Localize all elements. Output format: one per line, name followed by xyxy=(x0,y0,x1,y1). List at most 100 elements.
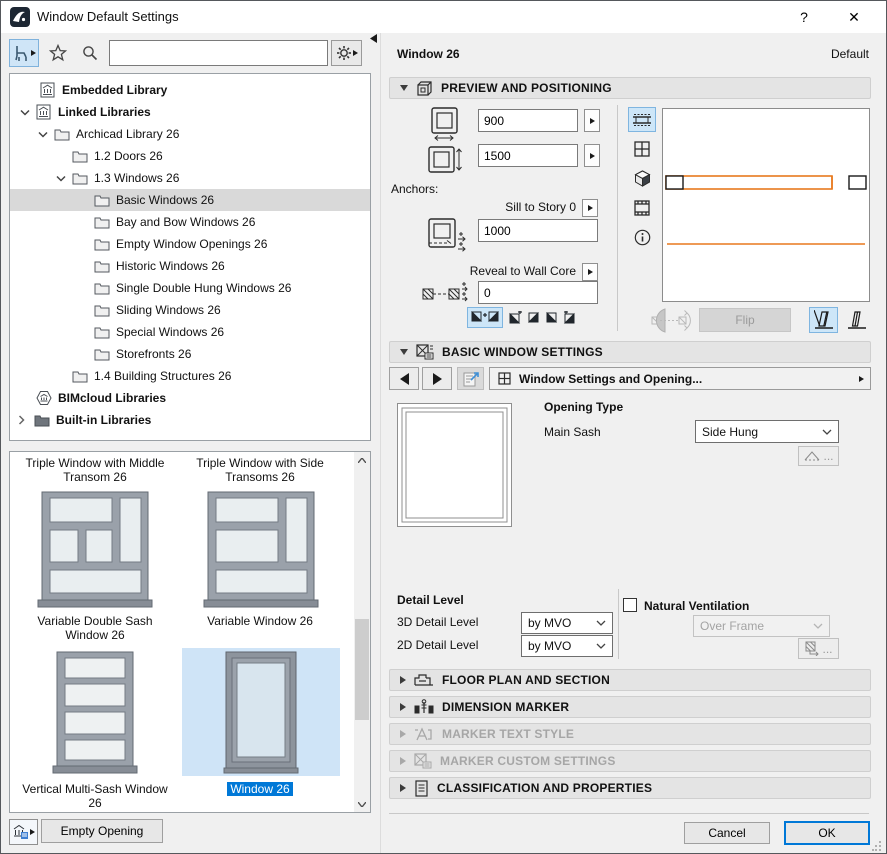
search-input[interactable] xyxy=(109,40,328,66)
help-button[interactable]: ? xyxy=(784,1,824,33)
tree-item-bay-bow-windows[interactable]: Bay and Bow Windows 26 xyxy=(10,211,370,233)
chevron-right-icon[interactable] xyxy=(18,415,28,425)
tree-item-sliding-windows[interactable]: Sliding Windows 26 xyxy=(10,299,370,321)
settings-menu-button[interactable] xyxy=(331,40,362,66)
panel-collapse-arrow-icon[interactable] xyxy=(370,34,377,43)
tree-item-special-windows[interactable]: Special Windows 26 xyxy=(10,321,370,343)
folder-icon xyxy=(94,193,110,207)
tree-item-historic-windows[interactable]: Historic Windows 26 xyxy=(10,255,370,277)
flyout-arrow-icon xyxy=(590,153,595,159)
empty-opening-button[interactable]: Empty Opening xyxy=(41,819,163,843)
thumbnail-image-variable-double-sash[interactable] xyxy=(36,488,154,610)
thumbnail-image-vertical-multi-sash[interactable] xyxy=(49,650,141,776)
ventilation-settings-button[interactable]: ... xyxy=(798,638,839,659)
sash-preview xyxy=(397,403,512,527)
anchor-mode-right-button[interactable] xyxy=(543,309,560,326)
tree-item-single-double-hung-windows[interactable]: Single Double Hung Windows 26 xyxy=(10,277,370,299)
tree-item-empty-window-openings[interactable]: Empty Window Openings 26 xyxy=(10,233,370,255)
detail-level-label: Detail Level xyxy=(397,593,464,607)
tree-item-bimcloud-libraries[interactable]: BIMcloud Libraries xyxy=(10,387,370,409)
reveal-depth-input[interactable] xyxy=(478,281,598,304)
height-flyout-button[interactable] xyxy=(584,144,600,167)
preview-front-view-button[interactable] xyxy=(628,137,656,161)
tree-item-archicad-library[interactable]: Archicad Library 26 xyxy=(10,123,370,145)
cancel-button[interactable]: Cancel xyxy=(684,822,770,844)
anchor-mode-both-sides-button[interactable] xyxy=(467,307,503,328)
thumbnail-label[interactable]: Variable Double Sash Window 26 xyxy=(16,614,174,642)
tree-item-storefronts[interactable]: Storefronts 26 xyxy=(10,343,370,365)
thumbnail-image-variable-window[interactable] xyxy=(202,488,320,610)
chevron-down-icon[interactable] xyxy=(56,175,66,182)
preview-section-view-button[interactable] xyxy=(628,195,656,220)
sill-anchor-flyout-button[interactable] xyxy=(582,199,598,217)
scrollbar-thumb[interactable] xyxy=(355,619,369,720)
tree-item-linked-libraries[interactable]: Linked Libraries xyxy=(10,101,370,123)
chevron-down-icon xyxy=(596,620,606,626)
ok-button[interactable]: OK xyxy=(784,821,870,845)
tree-item-built-in-libraries[interactable]: Built-in Libraries xyxy=(10,409,370,431)
tree-item-basic-windows[interactable]: Basic Windows 26 xyxy=(10,189,370,211)
element-type-selector-button[interactable] xyxy=(9,39,39,67)
window-width-input[interactable] xyxy=(478,109,578,132)
thumbnail-label[interactable]: Variable Window 26 xyxy=(180,614,340,628)
detail-2d-select[interactable]: by MVO xyxy=(521,635,613,657)
opening-angle-icon xyxy=(803,450,823,462)
title-bar: Window Default Settings ? ✕ xyxy=(1,1,886,33)
scroll-down-arrow[interactable] xyxy=(354,796,370,812)
section-dimension-marker[interactable]: DIMENSION MARKER xyxy=(389,696,871,718)
wall-side-inside-button[interactable] xyxy=(809,307,838,333)
anchor-mode-left-button[interactable] xyxy=(507,309,524,326)
chevron-down-icon[interactable] xyxy=(38,131,48,138)
collapse-triangle-icon xyxy=(400,85,408,91)
star-icon xyxy=(49,44,67,62)
folder-icon xyxy=(94,347,110,361)
tree-item-doors[interactable]: 1.2 Doors 26 xyxy=(10,145,370,167)
panel-splitter[interactable] xyxy=(380,33,381,853)
settings-page-selector[interactable]: Window Settings and Opening... xyxy=(489,367,871,390)
next-page-button[interactable] xyxy=(422,367,452,390)
natural-ventilation-checkbox[interactable] xyxy=(623,598,637,612)
opening-angle-button[interactable]: ... xyxy=(798,446,839,466)
preview-plan-view-button[interactable] xyxy=(628,107,656,132)
section-marker-custom-settings[interactable]: MARKER CUSTOM SETTINGS xyxy=(389,750,871,772)
favorites-button[interactable] xyxy=(45,41,71,65)
transfer-settings-button[interactable] xyxy=(457,367,484,390)
anchor-mode-center-button[interactable] xyxy=(525,309,542,326)
library-building-icon xyxy=(13,824,29,840)
sill-height-input[interactable] xyxy=(478,219,598,242)
reveal-anchor-label[interactable]: Reveal to Wall Core xyxy=(456,264,576,278)
thumbnail-label-partial[interactable]: Triple Window with Middle Transom 26 xyxy=(16,456,174,484)
thumbnail-label-partial[interactable]: Triple Window with Side Transoms 26 xyxy=(180,456,340,484)
window-height-input[interactable] xyxy=(478,144,578,167)
load-other-object-button[interactable] xyxy=(9,819,38,845)
section-basic-window-settings[interactable]: BASIC WINDOW SETTINGS xyxy=(389,341,871,363)
detail-3d-select[interactable]: by MVO xyxy=(521,612,613,634)
tree-item-embedded-library[interactable]: Embedded Library xyxy=(10,79,370,101)
chevron-down-icon[interactable] xyxy=(20,109,30,116)
search-button[interactable] xyxy=(77,41,103,65)
sill-anchor-label[interactable]: Sill to Story 0 xyxy=(466,200,576,214)
resize-grip[interactable] xyxy=(872,841,882,851)
width-flyout-button[interactable] xyxy=(584,109,600,132)
tree-item-building-structures[interactable]: 1.4 Building Structures 26 xyxy=(10,365,370,387)
scroll-up-arrow[interactable] xyxy=(354,452,370,468)
section-classification-properties[interactable]: CLASSIFICATION AND PROPERTIES xyxy=(389,777,871,799)
anchor-mode-custom-button[interactable] xyxy=(561,309,578,326)
main-sash-select[interactable]: Side Hung xyxy=(695,420,839,443)
thumbnail-label[interactable]: Vertical Multi-Sash Window 26 xyxy=(16,782,174,810)
section-marker-text-style[interactable]: MARKER TEXT STYLE xyxy=(389,723,871,745)
close-button[interactable]: ✕ xyxy=(834,1,874,33)
thumbnail-image-window-26[interactable] xyxy=(222,650,300,774)
section-floor-plan-and-section[interactable]: FLOOR PLAN AND SECTION xyxy=(389,669,871,691)
wall-side-outside-button[interactable] xyxy=(842,307,871,333)
ventilation-select[interactable]: Over Frame xyxy=(693,615,830,637)
preview-3d-view-button[interactable] xyxy=(628,166,656,190)
section-preview-positioning[interactable]: PREVIEW AND POSITIONING xyxy=(389,77,871,99)
tree-item-windows[interactable]: 1.3 Windows 26 xyxy=(10,167,370,189)
flip-button[interactable]: Flip xyxy=(699,308,791,332)
reveal-anchor-flyout-button[interactable] xyxy=(582,263,598,281)
preview-info-button[interactable] xyxy=(628,225,656,250)
prev-page-button[interactable] xyxy=(389,367,419,390)
thumbnail-label-selected[interactable]: Window 26 xyxy=(180,782,340,796)
window-height-icon xyxy=(425,142,463,178)
